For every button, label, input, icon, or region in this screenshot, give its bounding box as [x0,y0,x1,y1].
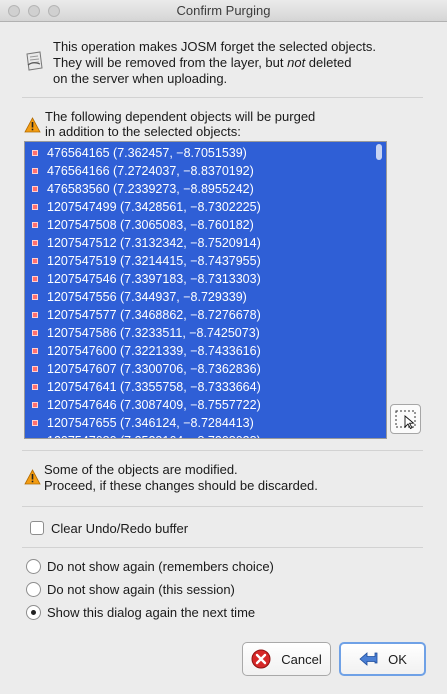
node-icon [32,222,38,228]
list-item-label: 1207547556 (7.344937, −8.729339) [47,290,247,304]
node-icon [32,366,38,372]
radio-label: Do not show again (remembers choice) [47,558,274,574]
ok-label: OK [388,651,407,667]
intro-message: This operation makes JOSM forget the sel… [53,39,438,87]
clear-undo-option[interactable]: Clear Undo/Redo buffer [30,519,188,537]
list-item[interactable]: 1207547600 (7.3221339, −8.7433616) [25,342,373,360]
list-item[interactable]: 476583560 (7.2339273, −8.8955242) [25,180,373,198]
list-item[interactable]: 1207547546 (7.3397183, −8.7313303) [25,270,373,288]
list-item[interactable]: 1207547519 (7.3214415, −8.7437955) [25,252,373,270]
title-bar: Confirm Purging [0,0,447,22]
node-icon [32,330,38,336]
list-item[interactable]: 1207547607 (7.3300706, −8.7362836) [25,360,373,378]
list-item-label: 1207547600 (7.3221339, −8.7433616) [47,344,261,358]
select-objects-button[interactable] [390,404,421,434]
radio-label: Show this dialog again the next time [47,604,256,620]
clear-undo-checkbox[interactable] [30,521,44,535]
node-icon [32,240,38,246]
modified-warning: Some of the objects are modified. Procee… [44,462,318,493]
warning-icon [24,469,41,485]
list-item-label: 1207547641 (7.3355758, −8.7333664) [47,380,261,394]
list-item[interactable]: 1207547586 (7.3233511, −8.7425073) [25,324,373,342]
list-item-label: 476564166 (7.2724037, −8.8370192) [47,164,254,178]
list-item[interactable]: 1207547680 (7.3523164, −8.7208038) [25,432,373,439]
intro-line-2: They will be removed from the layer, but… [53,55,352,70]
list-item-label: 1207547499 (7.3428561, −8.7302225) [47,200,261,214]
list-item-label: 1207547680 (7.3523164, −8.7208038) [47,434,261,438]
dependent-objects-list[interactable]: 476564165 (7.362457, −8.7051539) 47656416… [24,141,387,439]
node-icon [32,186,38,192]
list-item-label: 1207547519 (7.3214415, −8.7437955) [47,254,261,268]
list-item[interactable]: 476564165 (7.362457, −8.7051539) [25,144,373,162]
radio-button[interactable] [26,604,41,620]
divider [22,97,423,98]
warning-icon [24,117,41,133]
purge-icon [26,51,43,71]
list-item-label: 476564165 (7.362457, −8.7051539) [47,146,247,160]
clear-undo-label: Clear Undo/Redo buffer [51,520,189,536]
intro-line-3: on the server when uploading. [53,71,228,86]
window-title: Confirm Purging [176,3,271,18]
radio-label: Do not show again (this session) [47,581,235,597]
divider [22,506,423,507]
node-icon [32,204,38,210]
list-item[interactable]: 1207547508 (7.3065083, −8.760182) [25,216,373,234]
node-icon [32,420,38,426]
node-icon [32,402,38,408]
radio-this-session[interactable]: Do not show again (this session) [26,580,235,598]
node-icon [32,258,38,264]
node-icon [32,438,38,439]
list-item-label: 1207547546 (7.3397183, −8.7313303) [47,272,261,286]
cancel-icon [251,649,271,669]
divider [22,547,423,548]
cancel-button[interactable]: Cancel [242,642,331,676]
node-icon [32,276,38,282]
list-item-label: 1207547512 (7.3132342, −8.7520914) [47,236,261,250]
radio-button[interactable] [26,581,41,597]
list-item[interactable]: 1207547512 (7.3132342, −8.7520914) [25,234,373,252]
selection-icon [395,410,416,430]
node-icon [32,384,38,390]
list-item-label: 1207547577 (7.3468862, −8.7276678) [47,308,261,322]
list-scrollbar[interactable] [373,142,386,438]
list-item-label: 1207547508 (7.3065083, −8.760182) [47,218,254,232]
node-icon [32,150,38,156]
list-item[interactable]: 1207547556 (7.344937, −8.729339) [25,288,373,306]
list-item-label: 1207547655 (7.346124, −8.7284413) [47,416,254,430]
list-item-label: 1207547586 (7.3233511, −8.7425073) [47,326,260,340]
list-item[interactable]: 1207547655 (7.346124, −8.7284413) [25,414,373,432]
list-item[interactable]: 1207547499 (7.3428561, −8.7302225) [25,198,373,216]
list-item-label: 476583560 (7.2339273, −8.8955242) [47,182,254,196]
ok-button[interactable]: OK [339,642,426,676]
list-item-label: 1207547646 (7.3087409, −8.7557722) [47,398,261,412]
node-icon [32,168,38,174]
radio-button[interactable] [26,558,41,574]
scroll-thumb[interactable] [376,144,382,160]
dependent-objects-label: The following dependent objects will be … [45,109,316,139]
radio-show-again[interactable]: Show this dialog again the next time [26,603,255,621]
intro-line-1: This operation makes JOSM forget the sel… [53,39,376,54]
radio-remember-choice[interactable]: Do not show again (remembers choice) [26,557,274,575]
node-icon [32,348,38,354]
cancel-label: Cancel [281,651,322,667]
list-item[interactable]: 1207547641 (7.3355758, −8.7333664) [25,378,373,396]
node-icon [32,312,38,318]
list-item[interactable]: 476564166 (7.2724037, −8.8370192) [25,162,373,180]
list-item[interactable]: 1207547577 (7.3468862, −8.7276678) [25,306,373,324]
node-icon [32,294,38,300]
list-item-label: 1207547607 (7.3300706, −8.7362836) [47,362,261,376]
list-item[interactable]: 1207547646 (7.3087409, −8.7557722) [25,396,373,414]
divider [22,450,423,451]
ok-arrow-icon [359,652,378,666]
